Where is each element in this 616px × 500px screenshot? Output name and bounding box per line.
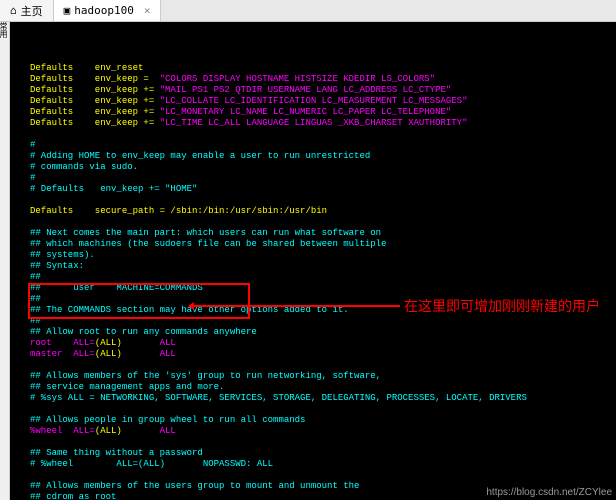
- line: Defaults env_keep +=: [30, 96, 160, 106]
- tab-home[interactable]: ⌂ 主页: [0, 0, 54, 21]
- all2: ALL: [122, 338, 176, 348]
- line: Defaults secure_path = /sbin:/bin:/usr/s…: [30, 206, 327, 216]
- comment: ## cdrom as root: [30, 492, 116, 500]
- all: (ALL): [95, 338, 122, 348]
- watermark: https://blog.csdn.net/ZCYlee: [486, 487, 612, 498]
- comment: ## systems).: [30, 250, 95, 260]
- home-icon: ⌂: [10, 4, 17, 17]
- all2: ALL: [122, 349, 176, 359]
- comment: # Adding HOME to env_keep may enable a u…: [30, 151, 370, 161]
- str: "LC_COLLATE LC_IDENTIFICATION LC_MEASURE…: [160, 96, 468, 106]
- comment: ## service management apps and more.: [30, 382, 224, 392]
- str: "LC_TIME LC_ALL LANGUAGE LINGUAS _XKB_CH…: [160, 118, 468, 128]
- tab-hadoop100[interactable]: ▣ hadoop100 ×: [54, 0, 162, 21]
- line: Defaults env_keep =: [30, 74, 160, 84]
- close-icon[interactable]: ×: [144, 4, 151, 17]
- annotation-text: 在这里即可增加刚刚新建的用户: [404, 296, 600, 316]
- terminal-output[interactable]: Defaults env_reset Defaults env_keep = "…: [10, 22, 616, 500]
- comment: # %wheel ALL=(ALL) NOPASSWD: ALL: [30, 459, 273, 469]
- comment: ## The COMMANDS section may have other o…: [30, 305, 349, 315]
- sidebar: 常用: [0, 22, 10, 500]
- comment: ##: [30, 316, 41, 326]
- terminal-icon: ▣: [64, 4, 71, 17]
- comment: ## Allow root to run any commands anywhe…: [30, 327, 257, 337]
- sidebar-label: 常用: [0, 22, 8, 38]
- comment: ## Syntax:: [30, 261, 84, 271]
- comment: # Defaults env_keep += "HOME": [30, 184, 197, 194]
- comment: ## Allows people in group wheel to run a…: [30, 415, 305, 425]
- comment: # %sys ALL = NETWORKING, SOFTWARE, SERVI…: [30, 393, 527, 403]
- comment: #: [30, 173, 35, 183]
- str: "MAIL PS1 PS2 QTDIR USERNAME LANG LC_ADD…: [160, 85, 452, 95]
- user-master: master ALL=: [30, 349, 95, 359]
- comment: ## Allows members of the users group to …: [30, 481, 359, 491]
- browser-tabs: ⌂ 主页 ▣ hadoop100 ×: [0, 0, 616, 22]
- comment: #: [30, 140, 35, 150]
- all2: ALL: [122, 426, 176, 436]
- wheel: %wheel ALL=: [30, 426, 95, 436]
- comment: # commands via sudo.: [30, 162, 138, 172]
- comment: ## Next comes the main part: which users…: [30, 228, 381, 238]
- all: (ALL): [95, 349, 122, 359]
- line: Defaults env_keep +=: [30, 118, 160, 128]
- comment: ##: [30, 294, 41, 304]
- line: Defaults env_keep +=: [30, 107, 160, 117]
- tab-label: 主页: [21, 3, 43, 19]
- line: Defaults env_reset: [30, 63, 143, 73]
- str: "COLORS DISPLAY HOSTNAME HISTSIZE KDEDIR…: [160, 74, 435, 84]
- user-root: root ALL=: [30, 338, 95, 348]
- comment: ## Allows members of the 'sys' group to …: [30, 371, 381, 381]
- comment: ## Same thing without a password: [30, 448, 203, 458]
- str: "LC_MONETARY LC_NAME LC_NUMERIC LC_PAPER…: [160, 107, 452, 117]
- comment: ## user MACHINE=COMMANDS: [30, 283, 203, 293]
- comment: ## which machines (the sudoers file can …: [30, 239, 386, 249]
- comment: ##: [30, 272, 41, 282]
- line: Defaults env_keep +=: [30, 85, 160, 95]
- tab-label: hadoop100: [74, 4, 134, 17]
- all: (ALL): [95, 426, 122, 436]
